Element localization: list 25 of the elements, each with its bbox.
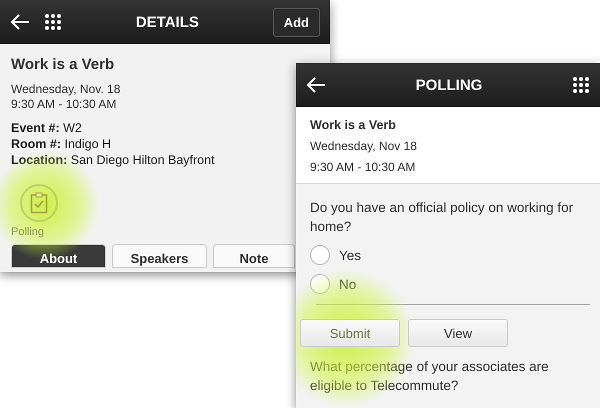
grid-menu-icon[interactable]	[44, 13, 62, 31]
option-label[interactable]: Yes	[339, 248, 362, 262]
tab[interactable]: Note	[213, 244, 295, 268]
session-title: Work is a Verb	[310, 118, 397, 133]
session-date: Wednesday, Nov. 18	[11, 82, 122, 97]
session-time: 9:30 AM - 10:30 AM	[11, 97, 118, 112]
submit-button[interactable]: Submit	[300, 319, 400, 347]
session-title: Work is a Verb	[11, 56, 116, 73]
poll-question: Do you have an official policy on working for home?	[310, 199, 574, 236]
tab[interactable]: About	[11, 244, 106, 268]
poll-question: What percentage of your associates are eligible to Telecommute?	[310, 358, 550, 395]
session-date: Wednesday, Nov 18	[310, 139, 418, 154]
radio-button[interactable]	[310, 274, 330, 294]
option-label[interactable]: No	[339, 276, 356, 292]
back-arrow-icon[interactable]	[306, 77, 326, 93]
tab[interactable]: Speakers	[112, 244, 207, 268]
add-button[interactable]: Add	[272, 8, 320, 36]
grid-menu-icon[interactable]	[572, 76, 590, 94]
view-button[interactable]: View	[408, 319, 508, 347]
screen-title: POLLING	[414, 76, 484, 94]
radio-button[interactable]	[310, 245, 330, 265]
back-arrow-icon[interactable]	[10, 14, 30, 30]
clipboard-check-icon	[30, 192, 48, 214]
screen-title: DETAILS	[134, 14, 200, 30]
session-time: 9:30 AM - 10:30 AM	[310, 160, 416, 175]
